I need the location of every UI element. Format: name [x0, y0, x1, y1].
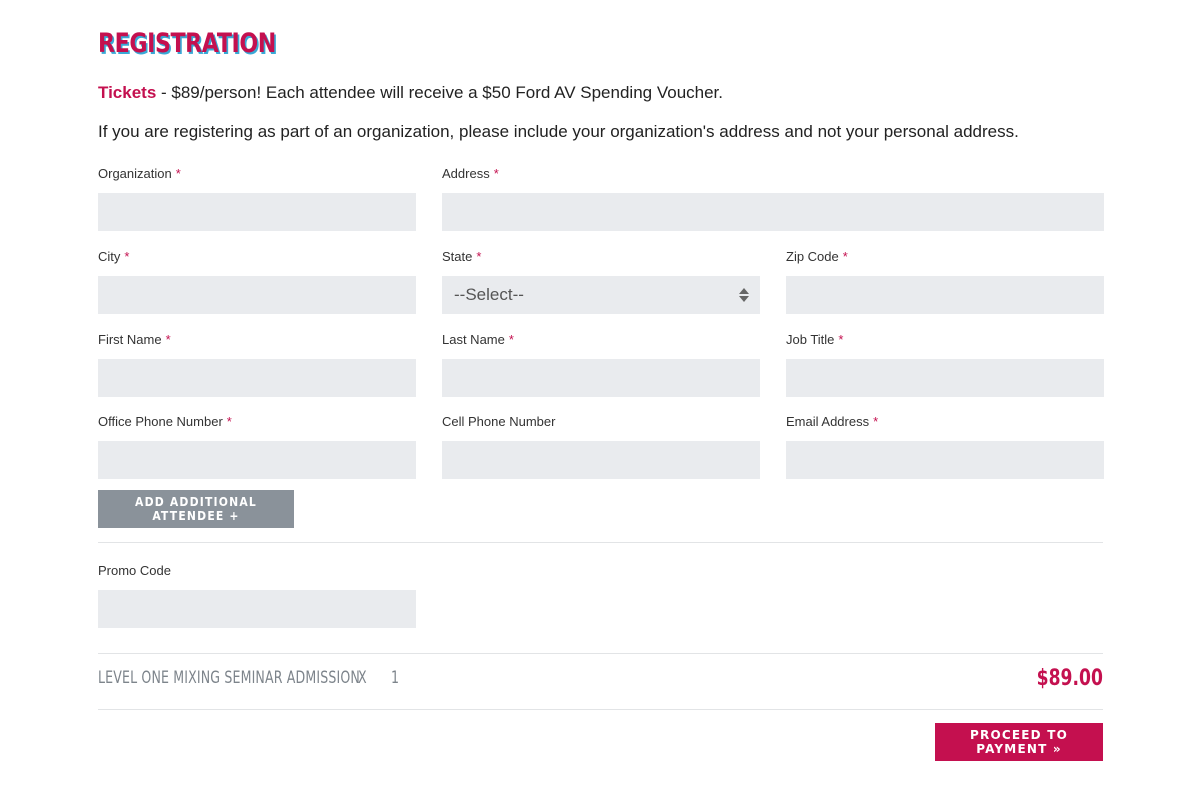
required-marker: *: [842, 249, 848, 264]
first-name-field: First Name *: [98, 331, 416, 397]
required-marker: *: [493, 166, 499, 181]
email-field: Email Address *: [786, 413, 1104, 479]
order-price: $89.00: [1036, 666, 1103, 691]
required-marker: *: [226, 414, 232, 429]
promo-code-label: Promo Code: [98, 563, 171, 578]
first-name-label: First Name *: [98, 332, 171, 347]
cell-phone-field: Cell Phone Number: [442, 413, 760, 479]
required-marker: *: [124, 249, 130, 264]
promo-code-input[interactable]: [98, 590, 416, 628]
organization-notice: If you are registering as part of an org…: [98, 122, 1019, 141]
required-marker: *: [165, 332, 171, 347]
city-field: City *: [98, 248, 416, 314]
last-name-input[interactable]: [442, 359, 760, 397]
zip-input[interactable]: [786, 276, 1104, 314]
state-field: State * --Select--: [442, 248, 760, 314]
required-marker: *: [508, 332, 514, 347]
city-input[interactable]: [98, 276, 416, 314]
tickets-info: Tickets - $89/person! Each attendee will…: [98, 83, 723, 103]
order-times-sign: X: [358, 668, 367, 688]
office-phone-input[interactable]: [98, 441, 416, 479]
required-marker: *: [838, 332, 844, 347]
required-marker: *: [476, 249, 482, 264]
city-label: City *: [98, 249, 130, 264]
last-name-label: Last Name *: [442, 332, 514, 347]
email-label: Email Address *: [786, 414, 879, 429]
cell-phone-input[interactable]: [442, 441, 760, 479]
tickets-label: Tickets: [98, 83, 157, 102]
first-name-input[interactable]: [98, 359, 416, 397]
zip-label: Zip Code *: [786, 249, 848, 264]
order-quantity: 1: [391, 668, 400, 688]
organization-field: Organization *: [98, 165, 416, 231]
required-marker: *: [873, 414, 879, 429]
divider: [98, 542, 1103, 543]
promo-code-field: Promo Code: [98, 562, 416, 628]
divider: [98, 709, 1103, 710]
email-input[interactable]: [786, 441, 1104, 479]
office-phone-label: Office Phone Number *: [98, 414, 232, 429]
address-input[interactable]: [442, 193, 1104, 231]
divider: [98, 653, 1103, 654]
job-title-label: Job Title *: [786, 332, 844, 347]
select-arrows-icon: [739, 288, 749, 302]
state-label: State *: [442, 249, 482, 264]
add-attendee-button[interactable]: ADD ADDITIONAL ATTENDEE +: [98, 490, 294, 528]
state-select[interactable]: --Select--: [442, 276, 760, 314]
office-phone-field: Office Phone Number *: [98, 413, 416, 479]
last-name-field: Last Name *: [442, 331, 760, 397]
job-title-input[interactable]: [786, 359, 1104, 397]
order-item-name: LEVEL ONE MIXING SEMINAR ADMISSION: [98, 668, 360, 688]
proceed-to-payment-button[interactable]: PROCEED TO PAYMENT »: [935, 723, 1103, 761]
required-marker: *: [175, 166, 181, 181]
zip-field: Zip Code *: [786, 248, 1104, 314]
tickets-text: - $89/person! Each attendee will receive…: [156, 83, 724, 102]
address-field: Address *: [442, 165, 1104, 231]
order-summary-row: LEVEL ONE MIXING SEMINAR ADMISSION X 1 $…: [98, 666, 1103, 694]
organization-input[interactable]: [98, 193, 416, 231]
page-title: REGISTRATION: [98, 28, 276, 59]
address-label: Address *: [442, 166, 499, 181]
cell-phone-label: Cell Phone Number: [442, 414, 556, 429]
organization-label: Organization *: [98, 166, 181, 181]
job-title-field: Job Title *: [786, 331, 1104, 397]
state-selected-value: --Select--: [454, 285, 524, 304]
